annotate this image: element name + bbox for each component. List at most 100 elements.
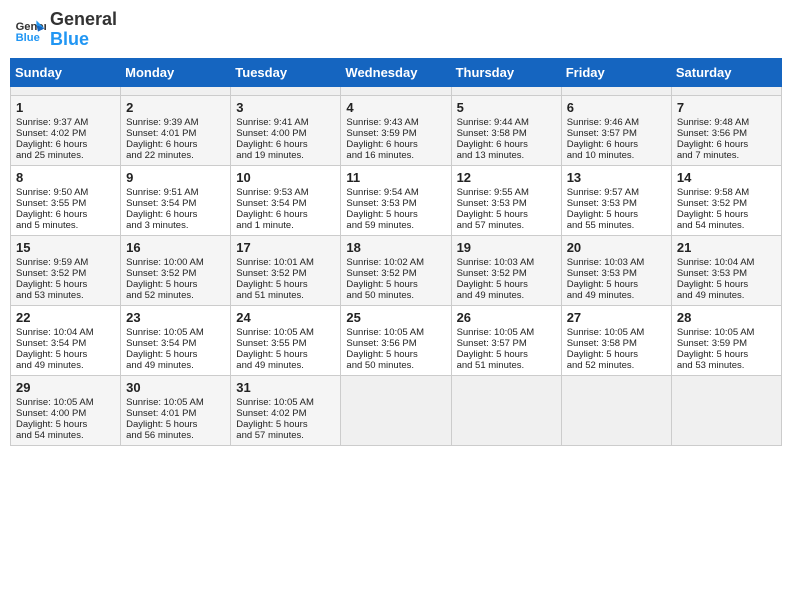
day-content: Daylight: 6 hours xyxy=(126,209,225,220)
day-content: Sunset: 3:56 PM xyxy=(677,128,776,139)
day-content: Daylight: 5 hours xyxy=(677,279,776,290)
calendar-cell: 19Sunrise: 10:03 AMSunset: 3:52 PMDaylig… xyxy=(451,235,561,305)
day-content: and 49 minutes. xyxy=(567,290,666,301)
header-day-saturday: Saturday xyxy=(671,58,781,86)
day-number: 28 xyxy=(677,310,776,325)
day-content: Daylight: 5 hours xyxy=(16,419,115,430)
day-content: Sunrise: 9:58 AM xyxy=(677,187,776,198)
day-content: Sunset: 3:52 PM xyxy=(346,268,445,279)
day-content: Sunrise: 9:57 AM xyxy=(567,187,666,198)
day-content: Sunrise: 9:46 AM xyxy=(567,117,666,128)
logo-text-line2: Blue xyxy=(50,30,117,50)
calendar-cell: 14Sunrise: 9:58 AMSunset: 3:52 PMDayligh… xyxy=(671,165,781,235)
day-content: Sunrise: 10:05 AM xyxy=(126,397,225,408)
day-content: Sunrise: 9:53 AM xyxy=(236,187,335,198)
calendar-cell: 18Sunrise: 10:02 AMSunset: 3:52 PMDaylig… xyxy=(341,235,451,305)
day-content: and 50 minutes. xyxy=(346,360,445,371)
day-content: Daylight: 5 hours xyxy=(126,419,225,430)
header-day-tuesday: Tuesday xyxy=(231,58,341,86)
day-number: 30 xyxy=(126,380,225,395)
day-number: 13 xyxy=(567,170,666,185)
day-content: Daylight: 5 hours xyxy=(236,419,335,430)
day-content: Daylight: 5 hours xyxy=(567,349,666,360)
calendar-cell: 26Sunrise: 10:05 AMSunset: 3:57 PMDaylig… xyxy=(451,305,561,375)
calendar-cell: 1Sunrise: 9:37 AMSunset: 4:02 PMDaylight… xyxy=(11,95,121,165)
calendar-cell: 31Sunrise: 10:05 AMSunset: 4:02 PMDaylig… xyxy=(231,375,341,445)
day-content: Sunrise: 9:50 AM xyxy=(16,187,115,198)
day-content: Daylight: 5 hours xyxy=(126,349,225,360)
day-content: Daylight: 5 hours xyxy=(126,279,225,290)
day-content: Daylight: 6 hours xyxy=(236,139,335,150)
day-content: Sunset: 4:00 PM xyxy=(16,408,115,419)
day-content: and 19 minutes. xyxy=(236,150,335,161)
day-content: Sunrise: 10:05 AM xyxy=(457,327,556,338)
day-content: Sunrise: 9:39 AM xyxy=(126,117,225,128)
day-content: Sunset: 4:01 PM xyxy=(126,128,225,139)
calendar-cell: 16Sunrise: 10:00 AMSunset: 3:52 PMDaylig… xyxy=(121,235,231,305)
calendar-cell: 10Sunrise: 9:53 AMSunset: 3:54 PMDayligh… xyxy=(231,165,341,235)
day-number: 22 xyxy=(16,310,115,325)
svg-text:Blue: Blue xyxy=(16,32,40,44)
day-content: Sunset: 3:59 PM xyxy=(346,128,445,139)
day-number: 15 xyxy=(16,240,115,255)
calendar-cell: 21Sunrise: 10:04 AMSunset: 3:53 PMDaylig… xyxy=(671,235,781,305)
calendar-cell: 17Sunrise: 10:01 AMSunset: 3:52 PMDaylig… xyxy=(231,235,341,305)
day-content: Daylight: 5 hours xyxy=(16,349,115,360)
day-content: and 49 minutes. xyxy=(16,360,115,371)
day-content: Sunrise: 10:04 AM xyxy=(16,327,115,338)
logo-text-line1: General xyxy=(50,10,117,30)
day-content: Daylight: 5 hours xyxy=(567,209,666,220)
day-content: and 59 minutes. xyxy=(346,220,445,231)
day-number: 7 xyxy=(677,100,776,115)
day-number: 20 xyxy=(567,240,666,255)
day-number: 24 xyxy=(236,310,335,325)
day-number: 29 xyxy=(16,380,115,395)
day-content: Sunset: 3:54 PM xyxy=(236,198,335,209)
day-content: Daylight: 6 hours xyxy=(346,139,445,150)
logo-icon: General Blue xyxy=(14,14,46,46)
calendar-cell: 11Sunrise: 9:54 AMSunset: 3:53 PMDayligh… xyxy=(341,165,451,235)
day-content: Sunrise: 10:02 AM xyxy=(346,257,445,268)
calendar-cell: 30 Sunrise: 10:05 AMSunset: 4:01 PMDaylig… xyxy=(121,375,231,445)
day-number: 23 xyxy=(126,310,225,325)
day-content: and 49 minutes. xyxy=(236,360,335,371)
logo: General Blue General Blue xyxy=(14,10,117,50)
day-content: Sunset: 3:52 PM xyxy=(16,268,115,279)
calendar-cell xyxy=(561,86,671,95)
calendar-cell: 3Sunrise: 9:41 AMSunset: 4:00 PMDaylight… xyxy=(231,95,341,165)
calendar-cell: 7Sunrise: 9:48 AMSunset: 3:56 PMDaylight… xyxy=(671,95,781,165)
day-content: and 49 minutes. xyxy=(457,290,556,301)
calendar-cell: 29Sunrise: 10:05 AMSunset: 4:00 PMDaylig… xyxy=(11,375,121,445)
day-content: Daylight: 6 hours xyxy=(16,139,115,150)
calendar-cell: 12Sunrise: 9:55 AMSunset: 3:53 PMDayligh… xyxy=(451,165,561,235)
day-content: and 49 minutes. xyxy=(126,360,225,371)
day-content: Sunrise: 10:04 AM xyxy=(677,257,776,268)
day-number: 16 xyxy=(126,240,225,255)
day-content: Sunrise: 9:41 AM xyxy=(236,117,335,128)
day-content: Sunset: 3:54 PM xyxy=(126,198,225,209)
calendar-cell: 28Sunrise: 10:05 AMSunset: 3:59 PMDaylig… xyxy=(671,305,781,375)
day-content: Daylight: 5 hours xyxy=(567,279,666,290)
calendar-cell: 15Sunrise: 9:59 AMSunset: 3:52 PMDayligh… xyxy=(11,235,121,305)
day-number: 21 xyxy=(677,240,776,255)
day-content: Sunset: 3:58 PM xyxy=(567,338,666,349)
calendar-cell xyxy=(121,86,231,95)
day-content: and 50 minutes. xyxy=(346,290,445,301)
day-content: Sunrise: 10:05 AM xyxy=(236,397,335,408)
day-content: Sunset: 3:59 PM xyxy=(677,338,776,349)
day-content: Sunset: 3:53 PM xyxy=(567,268,666,279)
day-number: 6 xyxy=(567,100,666,115)
day-content: Sunrise: 10:05 AM xyxy=(567,327,666,338)
calendar-week-5: 29Sunrise: 10:05 AMSunset: 4:00 PMDaylig… xyxy=(11,375,782,445)
day-content: and 13 minutes. xyxy=(457,150,556,161)
day-content: Daylight: 6 hours xyxy=(16,209,115,220)
day-content: Sunrise: 9:43 AM xyxy=(346,117,445,128)
day-content: Daylight: 6 hours xyxy=(236,209,335,220)
day-content: Sunset: 3:57 PM xyxy=(457,338,556,349)
calendar-week-4: 22Sunrise: 10:04 AMSunset: 3:54 PMDaylig… xyxy=(11,305,782,375)
day-content: Sunset: 3:52 PM xyxy=(236,268,335,279)
day-content: Sunset: 4:01 PM xyxy=(126,408,225,419)
day-number: 1 xyxy=(16,100,115,115)
day-content: Sunset: 4:02 PM xyxy=(16,128,115,139)
day-content: Daylight: 6 hours xyxy=(677,139,776,150)
